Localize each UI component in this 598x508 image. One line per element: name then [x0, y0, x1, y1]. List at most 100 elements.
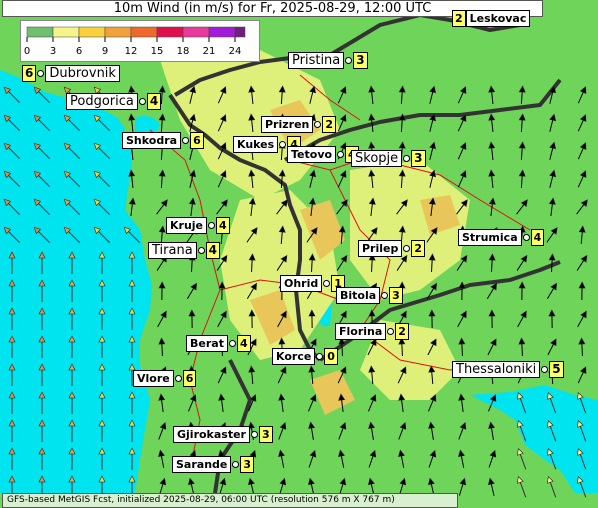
- city-dot: [279, 141, 287, 148]
- city-wind-value: 5: [549, 361, 564, 378]
- city-dot: [228, 340, 236, 347]
- city-dot: [174, 375, 182, 382]
- city-wind-value: 4: [205, 242, 221, 259]
- city-dot: [138, 98, 146, 105]
- legend-color-swatch: [104, 26, 132, 38]
- city-name: Prizren: [261, 116, 314, 133]
- legend-tick-label: 9: [102, 46, 108, 57]
- legend-color-swatch: [26, 26, 54, 38]
- city-wind-value: 3: [353, 52, 368, 69]
- city-wind-value: 4: [146, 93, 162, 110]
- city-name: Podgorica: [66, 93, 138, 110]
- city-dot: [403, 155, 411, 162]
- legend-color-swatch: [234, 26, 246, 38]
- city-dot: [323, 280, 331, 287]
- legend-tick-label: 21: [203, 46, 216, 57]
- legend-tick-label: 24: [229, 46, 242, 57]
- city-podgorica: Podgorica 4: [66, 93, 162, 110]
- city-dot: [403, 245, 411, 252]
- city-name: Sarande: [172, 456, 232, 473]
- forecast-footer: GFS-based MetGIS Fcst, initialized 2025-…: [2, 493, 458, 508]
- city-prilep: Prilep 2: [358, 240, 426, 257]
- city-wind-value: 2: [411, 240, 426, 257]
- city-pristina: Pristina 3: [288, 52, 368, 69]
- city-dot: [345, 57, 353, 64]
- legend-color-swatch: [52, 26, 80, 38]
- city-skopje: Skopje 3: [351, 150, 426, 167]
- city-dot: [381, 292, 389, 299]
- city-dot: [387, 328, 395, 335]
- legend-tick-label: 15: [151, 46, 164, 57]
- city-dot: [250, 431, 258, 438]
- city-dot: [316, 353, 324, 360]
- city-name: Tetovo: [287, 146, 337, 163]
- city-florina: Florina 2: [335, 323, 409, 340]
- city-name: Gjirokaster: [173, 426, 250, 443]
- city-dot: [182, 137, 190, 144]
- city-name: Kukes: [233, 136, 279, 153]
- city-leskovac: 2 Leskovac: [452, 10, 531, 27]
- city-wind-value: 6: [182, 370, 197, 387]
- city-wind-value: 6: [22, 65, 37, 82]
- city-wind-value: 3: [258, 426, 273, 443]
- city-dot: [208, 222, 216, 229]
- legend-tick-label: 0: [24, 46, 30, 57]
- city-name: Florina: [335, 323, 387, 340]
- city-wind-value: 4: [530, 229, 545, 246]
- city-name: Thessaloniki: [452, 361, 541, 378]
- city-name: Bitola: [336, 287, 381, 304]
- city-gjirokaster: Gjirokaster 3: [173, 426, 273, 443]
- city-name: Kruje: [166, 217, 208, 234]
- city-name: Pristina: [288, 52, 345, 69]
- city-tirana: Tirana 4: [148, 242, 221, 259]
- wind-speed-legend: 0 3 6 9 12 15 18 21 24: [20, 20, 260, 62]
- city-wind-value: 4: [216, 217, 230, 234]
- legend-color-swatch: [130, 26, 158, 38]
- city-berat: Berat 4: [186, 335, 251, 352]
- city-name: Shkodra: [122, 132, 182, 149]
- city-wind-value: 4: [236, 335, 251, 352]
- city-name: Prilep: [358, 240, 403, 257]
- city-dot: [337, 151, 345, 158]
- city-wind-value: 2: [452, 10, 466, 27]
- legend-scale: 0 3 6 9 12 15 18 21 24: [24, 26, 246, 57]
- city-name: Korce: [272, 348, 316, 365]
- city-tetovo: Tetovo4: [287, 146, 359, 163]
- city-name: Tirana: [148, 242, 197, 259]
- city-bitola: Bitola 3: [336, 287, 403, 304]
- city-dubrovnik: 6 Dubrovnik: [22, 65, 120, 82]
- city-sarande: Sarande 3: [172, 456, 255, 473]
- city-wind-value: 3: [411, 150, 426, 167]
- city-dot: [541, 366, 549, 373]
- city-name: Dubrovnik: [45, 65, 120, 82]
- city-name: Berat: [186, 335, 228, 352]
- city-name: Ohrid: [280, 275, 323, 292]
- legend-tick-label: 12: [125, 46, 138, 57]
- legend-color-swatch: [156, 26, 184, 38]
- city-name: Strumica: [458, 229, 522, 246]
- city-name: Leskovac: [465, 10, 531, 27]
- city-shkodra: Shkodra 6: [122, 132, 204, 149]
- legend-color-swatch: [208, 26, 236, 38]
- city-wind-value: 3: [240, 456, 255, 473]
- city-dot: [37, 70, 45, 77]
- legend-color-swatch: [182, 26, 210, 38]
- city-name: Skopje: [351, 150, 403, 167]
- city-wind-value: 6: [190, 132, 204, 149]
- city-prizren: Prizren 2: [261, 116, 337, 133]
- city-wind-value: 0: [324, 348, 338, 365]
- legend-tick-label: 3: [50, 46, 56, 57]
- city-dot: [522, 234, 530, 241]
- city-wind-value: 3: [389, 287, 403, 304]
- city-dot: [232, 461, 240, 468]
- city-thessaloniki: Thessaloniki 5: [452, 361, 564, 378]
- legend-tick-label: 18: [177, 46, 190, 57]
- city-strumica: Strumica 4: [458, 229, 545, 246]
- city-wind-value: 2: [322, 116, 337, 133]
- city-vlore: Vlore 6: [133, 370, 197, 387]
- legend-color-swatch: [78, 26, 106, 38]
- city-wind-value: 2: [395, 323, 409, 340]
- city-korce: Korce 0: [272, 348, 338, 365]
- city-dot: [197, 247, 205, 254]
- legend-tick-label: 6: [76, 46, 82, 57]
